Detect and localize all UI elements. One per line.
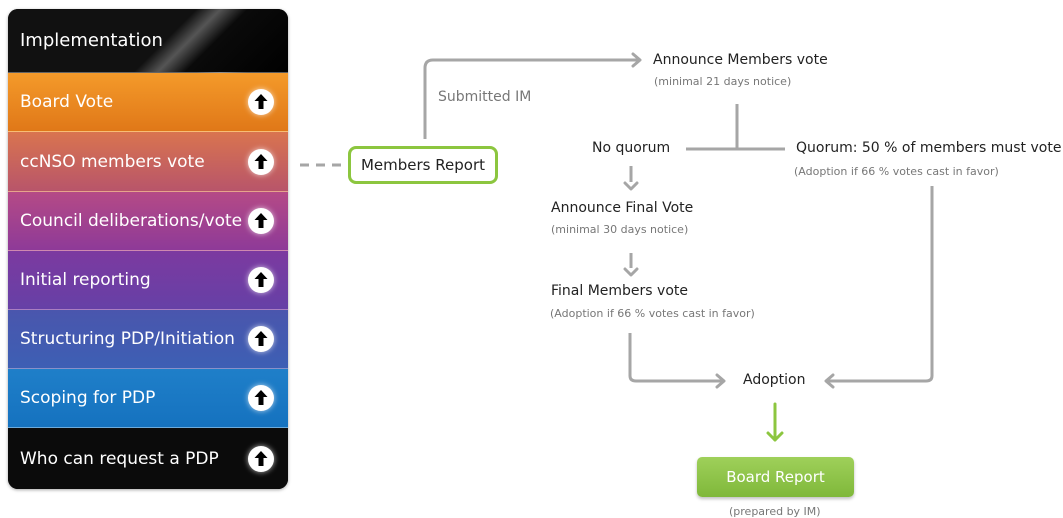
adoption-label: Adoption [743, 372, 806, 388]
announce-members-vote-note: (minimal 21 days notice) [654, 75, 792, 88]
final-members-vote-note: (Adoption if 66 % votes cast in favor) [550, 307, 755, 320]
quorum-note: (Adoption if 66 % votes cast in favor) [794, 165, 999, 178]
submitted-im-label: Submitted IM [438, 89, 532, 105]
no-quorum-label: No quorum [592, 140, 671, 156]
members-report-label: Members Report [360, 156, 485, 174]
flow-connectors [300, 52, 934, 442]
final-members-vote-title: Final Members vote [551, 283, 688, 299]
quorum-title: Quorum: 50 % of members must vote [796, 140, 1062, 156]
announce-final-vote-title: Announce Final Vote [551, 200, 694, 216]
board-report-label: Board Report [726, 468, 825, 486]
board-report-box: Board Report [697, 457, 854, 497]
board-report-note: (prepared by IM) [729, 505, 821, 518]
members-report-box: Members Report [348, 146, 498, 184]
arrow-down-icon [623, 181, 639, 191]
connector-final-to-adoption [628, 333, 722, 383]
arrow-down-icon [623, 267, 639, 277]
announce-final-vote-note: (minimal 30 days notice) [551, 223, 689, 236]
connector-quorum-to-adoption [828, 186, 934, 383]
announce-members-vote-title: Announce Members vote [653, 52, 828, 68]
